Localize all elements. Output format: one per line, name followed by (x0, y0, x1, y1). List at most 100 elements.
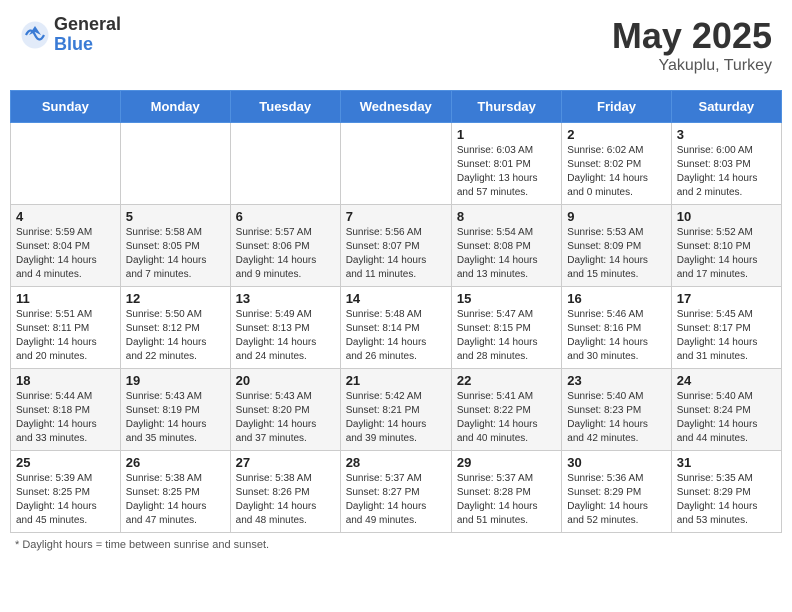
day-info: Sunrise: 5:47 AMSunset: 8:15 PMDaylight:… (457, 308, 556, 364)
day-info: Sunrise: 6:03 AMSunset: 8:01 PMDaylight:… (457, 144, 556, 200)
day-number: 9 (567, 209, 665, 224)
day-number: 12 (126, 291, 225, 306)
calendar-cell: 11Sunrise: 5:51 AMSunset: 8:11 PMDayligh… (11, 287, 121, 369)
day-header-saturday: Saturday (671, 91, 781, 123)
day-number: 4 (16, 209, 115, 224)
day-header-thursday: Thursday (451, 91, 561, 123)
calendar-week-3: 11Sunrise: 5:51 AMSunset: 8:11 PMDayligh… (11, 287, 782, 369)
day-number: 8 (457, 209, 556, 224)
day-header-sunday: Sunday (11, 91, 121, 123)
day-info: Sunrise: 5:40 AMSunset: 8:23 PMDaylight:… (567, 390, 665, 446)
calendar-cell: 21 Sunrise: 5:42 AMSunset: 8:21 PMDayligh… (340, 369, 451, 451)
calendar-cell: 5 Sunrise: 5:58 AMSunset: 8:05 PMDaylight… (120, 205, 230, 287)
day-info: Sunrise: 5:43 AMSunset: 8:20 PMDaylight:… (236, 390, 335, 446)
day-info: Sunrise: 5:37 AMSunset: 8:28 PMDaylight:… (457, 472, 556, 528)
calendar-cell: 27Sunrise: 5:38 AMSunset: 8:26 PMDayligh… (230, 451, 340, 533)
day-info: Sunrise: 5:49 AMSunset: 8:13 PMDaylight:… (236, 308, 335, 364)
day-number: 18 (16, 373, 115, 388)
day-info: Sunrise: 5:57 AMSunset: 8:06 PMDaylight:… (236, 226, 335, 282)
calendar-location: Yakuplu, Turkey (612, 57, 772, 75)
day-number: 13 (236, 291, 335, 306)
calendar-cell: 2 Sunrise: 6:02 AMSunset: 8:02 PMDaylight… (562, 123, 671, 205)
calendar-cell (340, 123, 451, 205)
day-info: Sunrise: 5:58 AMSunset: 8:05 PMDaylight:… (126, 226, 225, 282)
day-info: Sunrise: 5:59 AMSunset: 8:04 PMDaylight:… (16, 226, 115, 282)
logo-icon (20, 20, 50, 50)
day-number: 22 (457, 373, 556, 388)
header: General Blue May 2025 Yakuplu, Turkey (10, 10, 782, 80)
calendar-table: SundayMondayTuesdayWednesdayThursdayFrid… (10, 90, 782, 533)
logo-text: General Blue (54, 15, 121, 55)
calendar-cell: 31 Sunrise: 5:35 AMSunset: 8:29 PMDayligh… (671, 451, 781, 533)
day-info: Sunrise: 5:45 AMSunset: 8:17 PMDaylight:… (677, 308, 776, 364)
logo-general: General (54, 15, 121, 35)
day-header-wednesday: Wednesday (340, 91, 451, 123)
day-number: 21 (346, 373, 446, 388)
day-number: 14 (346, 291, 446, 306)
day-number: 31 (677, 455, 776, 470)
day-number: 19 (126, 373, 225, 388)
day-info: Sunrise: 5:35 AMSunset: 8:29 PMDaylight:… (677, 472, 776, 528)
day-number: 23 (567, 373, 665, 388)
calendar-cell: 20Sunrise: 5:43 AMSunset: 8:20 PMDayligh… (230, 369, 340, 451)
day-info: Sunrise: 5:38 AMSunset: 8:25 PMDaylight:… (126, 472, 225, 528)
day-info: Sunrise: 6:00 AMSunset: 8:03 PMDaylight:… (677, 144, 776, 200)
calendar-cell: 16 Sunrise: 5:46 AMSunset: 8:16 PMDayligh… (562, 287, 671, 369)
calendar-header-row: SundayMondayTuesdayWednesdayThursdayFrid… (11, 91, 782, 123)
calendar-cell (120, 123, 230, 205)
day-number: 25 (16, 455, 115, 470)
calendar-cell: 4 Sunrise: 5:59 AMSunset: 8:04 PMDaylight… (11, 205, 121, 287)
day-info: Sunrise: 5:41 AMSunset: 8:22 PMDaylight:… (457, 390, 556, 446)
footer-note: * Daylight hours = time between sunrise … (10, 539, 782, 551)
day-header-tuesday: Tuesday (230, 91, 340, 123)
day-number: 29 (457, 455, 556, 470)
calendar-cell: 22 Sunrise: 5:41 AMSunset: 8:22 PMDayligh… (451, 369, 561, 451)
logo: General Blue (20, 15, 121, 55)
day-number: 2 (567, 127, 665, 142)
calendar-title: May 2025 (612, 15, 772, 57)
day-number: 30 (567, 455, 665, 470)
calendar-cell: 17 Sunrise: 5:45 AMSunset: 8:17 PMDayligh… (671, 287, 781, 369)
day-info: Sunrise: 5:42 AMSunset: 8:21 PMDaylight:… (346, 390, 446, 446)
day-number: 5 (126, 209, 225, 224)
calendar-cell: 6Sunrise: 5:57 AMSunset: 8:06 PMDaylight… (230, 205, 340, 287)
calendar-cell: 14 Sunrise: 5:48 AMSunset: 8:14 PMDayligh… (340, 287, 451, 369)
calendar-cell: 25 Sunrise: 5:39 AMSunset: 8:25 PMDayligh… (11, 451, 121, 533)
day-number: 3 (677, 127, 776, 142)
calendar-cell: 23 Sunrise: 5:40 AMSunset: 8:23 PMDayligh… (562, 369, 671, 451)
day-info: Sunrise: 5:36 AMSunset: 8:29 PMDaylight:… (567, 472, 665, 528)
day-info: Sunrise: 5:37 AMSunset: 8:27 PMDaylight:… (346, 472, 446, 528)
day-info: Sunrise: 5:48 AMSunset: 8:14 PMDaylight:… (346, 308, 446, 364)
title-area: May 2025 Yakuplu, Turkey (612, 15, 772, 75)
day-info: Sunrise: 5:46 AMSunset: 8:16 PMDaylight:… (567, 308, 665, 364)
day-info: Sunrise: 5:50 AMSunset: 8:12 PMDaylight:… (126, 308, 225, 364)
day-info: Sunrise: 6:02 AMSunset: 8:02 PMDaylight:… (567, 144, 665, 200)
day-number: 7 (346, 209, 446, 224)
calendar-cell: 12 Sunrise: 5:50 AMSunset: 8:12 PMDayligh… (120, 287, 230, 369)
calendar-cell: 30 Sunrise: 5:36 AMSunset: 8:29 PMDayligh… (562, 451, 671, 533)
calendar-cell: 1Sunrise: 6:03 AMSunset: 8:01 PMDaylight… (451, 123, 561, 205)
calendar-cell: 7 Sunrise: 5:56 AMSunset: 8:07 PMDaylight… (340, 205, 451, 287)
calendar-cell: 9Sunrise: 5:53 AMSunset: 8:09 PMDaylight… (562, 205, 671, 287)
calendar-cell (11, 123, 121, 205)
day-number: 28 (346, 455, 446, 470)
day-header-monday: Monday (120, 91, 230, 123)
day-info: Sunrise: 5:56 AMSunset: 8:07 PMDaylight:… (346, 226, 446, 282)
day-info: Sunrise: 5:39 AMSunset: 8:25 PMDaylight:… (16, 472, 115, 528)
calendar-cell: 28 Sunrise: 5:37 AMSunset: 8:27 PMDayligh… (340, 451, 451, 533)
calendar-week-1: 1Sunrise: 6:03 AMSunset: 8:01 PMDaylight… (11, 123, 782, 205)
calendar-week-4: 18Sunrise: 5:44 AMSunset: 8:18 PMDayligh… (11, 369, 782, 451)
calendar-cell (230, 123, 340, 205)
calendar-cell: 18Sunrise: 5:44 AMSunset: 8:18 PMDayligh… (11, 369, 121, 451)
day-number: 17 (677, 291, 776, 306)
day-number: 16 (567, 291, 665, 306)
day-info: Sunrise: 5:52 AMSunset: 8:10 PMDaylight:… (677, 226, 776, 282)
calendar-cell: 24 Sunrise: 5:40 AMSunset: 8:24 PMDayligh… (671, 369, 781, 451)
day-info: Sunrise: 5:51 AMSunset: 8:11 PMDaylight:… (16, 308, 115, 364)
day-number: 15 (457, 291, 556, 306)
day-info: Sunrise: 5:40 AMSunset: 8:24 PMDaylight:… (677, 390, 776, 446)
day-number: 24 (677, 373, 776, 388)
day-number: 26 (126, 455, 225, 470)
day-number: 27 (236, 455, 335, 470)
day-info: Sunrise: 5:54 AMSunset: 8:08 PMDaylight:… (457, 226, 556, 282)
